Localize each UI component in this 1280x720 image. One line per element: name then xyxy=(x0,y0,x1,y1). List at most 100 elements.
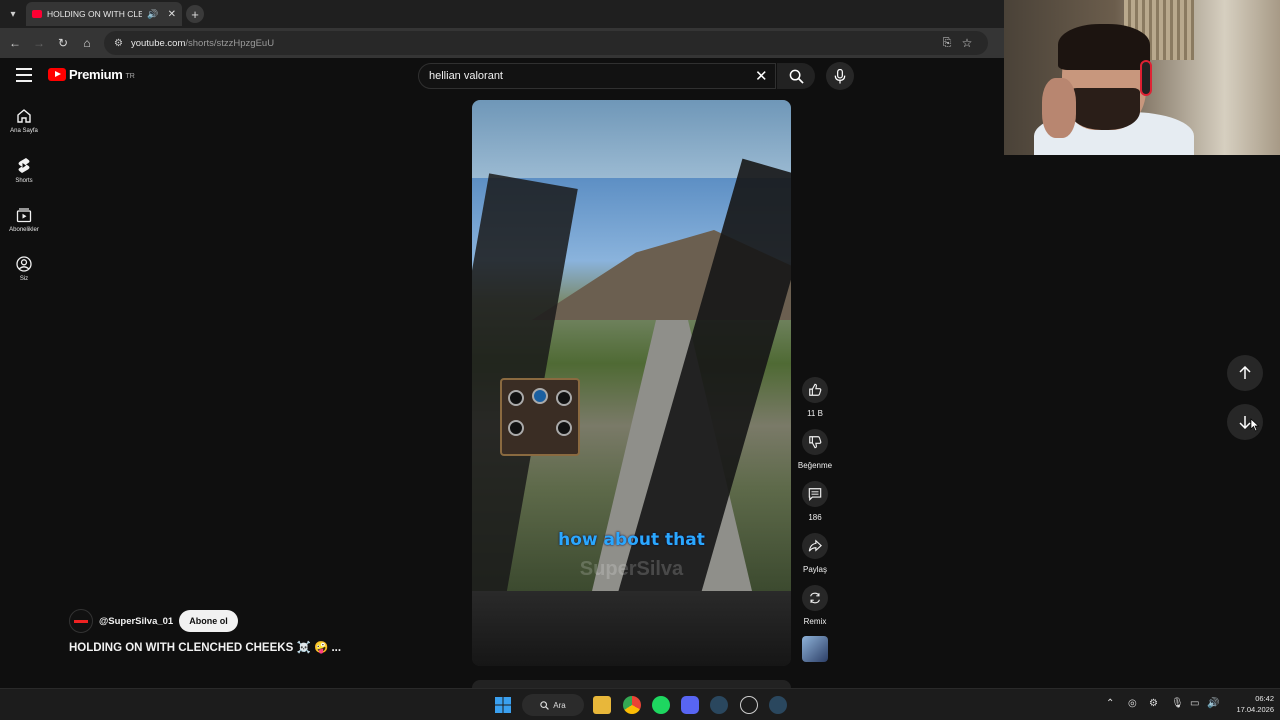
video-title[interactable]: HOLDING ON WITH CLENCHED CHEEKS ☠️ 🤪 ... xyxy=(69,640,341,654)
clear-search-icon[interactable]: ✕ xyxy=(755,67,768,85)
address-bar[interactable]: ⚙ youtube.com/shorts/stzzHpzgEuU xyxy=(104,31,988,55)
sidebar-item-shorts[interactable]: Shorts xyxy=(0,157,48,184)
tray-overflow-chevron-icon[interactable]: ⌃ xyxy=(1106,698,1114,709)
remix-button[interactable] xyxy=(802,585,828,611)
hamburger-menu-icon[interactable] xyxy=(16,68,32,82)
subscribe-button[interactable]: Abone ol xyxy=(179,610,238,632)
video-watermark: SuperSilva xyxy=(579,558,684,580)
steam-secondary-icon[interactable] xyxy=(769,696,787,714)
browser-toolbar: ← → ↻ ⌂ ⚙ youtube.com/shorts/stzzHpzgEuU… xyxy=(0,28,1004,58)
browser-tab[interactable]: HOLDING ON WITH CLENCHED CHEEKS 🔊 ✕ xyxy=(26,2,182,26)
taskbar-clock[interactable]: 06:42 17.04.2026 xyxy=(1222,693,1274,715)
search-button[interactable] xyxy=(777,63,815,89)
taskbar-search[interactable]: Ara xyxy=(522,694,584,716)
sidebar-item-label: Siz xyxy=(19,276,29,282)
spotify-icon[interactable] xyxy=(652,696,670,714)
sidebar-item-you[interactable]: Siz xyxy=(0,256,48,282)
previous-short-button[interactable] xyxy=(1227,355,1263,391)
tab-close-icon[interactable]: ✕ xyxy=(168,9,176,20)
chrome-icon[interactable] xyxy=(623,696,641,714)
clock-time: 06:42 xyxy=(1255,694,1274,703)
channel-name[interactable]: @SuperSilva_01 xyxy=(99,616,173,627)
sidebar-item-home[interactable]: Ana Sayfa xyxy=(0,108,48,134)
comments-action[interactable]: 186 xyxy=(798,481,832,522)
video-caption: how about that xyxy=(558,530,705,550)
thumbs-down-icon xyxy=(809,436,822,449)
search-query-text: hellian valorant xyxy=(429,70,503,82)
new-tab-button[interactable]: + xyxy=(186,5,204,23)
account-icon xyxy=(16,256,32,272)
comment-icon xyxy=(808,488,822,501)
settings-gear-icon[interactable] xyxy=(740,696,758,714)
discord-icon[interactable] xyxy=(681,696,699,714)
sidebar-item-label: Ana Sayfa xyxy=(10,128,38,134)
reload-button[interactable]: ↻ xyxy=(54,34,72,52)
youtube-play-icon xyxy=(48,68,66,81)
webcam-headphone xyxy=(1140,60,1152,96)
forward-button[interactable]: → xyxy=(30,34,48,52)
dislike-button[interactable] xyxy=(802,429,828,455)
browser-tab-strip: ▾ HOLDING ON WITH CLENCHED CHEEKS 🔊 ✕ + xyxy=(0,0,1004,28)
sidebar-item-subscriptions[interactable]: Abonelikler xyxy=(0,207,48,233)
channel-avatar[interactable] xyxy=(69,609,93,633)
tab-search-chevron-icon[interactable]: ▾ xyxy=(5,6,21,22)
home-button[interactable]: ⌂ xyxy=(78,34,96,52)
logo-text: Premium xyxy=(69,67,123,82)
bookmark-star-icon[interactable]: ☆ xyxy=(958,34,976,52)
steam-icon[interactable] xyxy=(710,696,728,714)
site-info-icon[interactable]: ⚙ xyxy=(114,38,123,49)
remix-icon xyxy=(810,592,820,604)
subscriptions-icon xyxy=(16,208,32,223)
like-count: 11 B xyxy=(807,409,823,418)
youtube-header: Premium TR hellian valorant ✕ xyxy=(0,58,1004,98)
tray-volume-icon[interactable]: 🔊 xyxy=(1207,698,1219,709)
search-input[interactable]: hellian valorant xyxy=(418,63,776,89)
clock-date: 17.04.2026 xyxy=(1236,705,1274,714)
tab-title: HOLDING ON WITH CLENCHED CHEEKS xyxy=(46,9,143,19)
taskbar-search-label: Ara xyxy=(553,700,566,710)
install-app-icon[interactable]: ⎘ xyxy=(938,34,956,52)
tray-microphone-icon[interactable]: 🎙 xyxy=(1171,698,1184,709)
shorts-icon xyxy=(18,158,30,173)
dislike-label: Beğenme xyxy=(797,461,833,470)
dislike-action[interactable]: Beğenme xyxy=(798,429,832,470)
cockpit-instrument-panel xyxy=(500,378,580,456)
video-bottom-area xyxy=(472,591,791,666)
tray-network-icon[interactable]: ▭ xyxy=(1190,698,1199,709)
like-button[interactable] xyxy=(802,377,828,403)
home-icon xyxy=(17,109,31,123)
mouse-cursor-icon xyxy=(1250,418,1260,437)
voice-search-button[interactable] xyxy=(826,62,854,90)
tab-audio-icon[interactable]: 🔊 xyxy=(147,9,158,20)
windows-taskbar: Ara ⌃ ◎ ⚙ 🎙 ▭ 🔊 06:42 17.04.2026 xyxy=(0,688,1280,720)
share-label: Paylaş xyxy=(802,565,827,574)
share-arrow-icon xyxy=(808,539,822,552)
sidebar-item-label: Shorts xyxy=(15,178,33,184)
shorts-video-player[interactable]: how about that SuperSilva xyxy=(472,100,791,666)
remix-label: Remix xyxy=(803,617,827,626)
youtube-premium-logo[interactable]: Premium TR xyxy=(48,67,135,82)
webcam-person-hand xyxy=(1042,78,1076,138)
back-button[interactable]: ← xyxy=(6,34,24,52)
webcam-person-beard xyxy=(1070,88,1140,130)
like-action[interactable]: 11 B xyxy=(798,377,832,418)
arrow-up-icon xyxy=(1239,366,1251,379)
file-explorer-icon[interactable] xyxy=(593,696,611,714)
tray-steam-icon[interactable]: ⚙ xyxy=(1149,698,1158,709)
search-icon xyxy=(789,69,804,84)
comments-button[interactable] xyxy=(802,481,828,507)
sound-thumbnail[interactable] xyxy=(802,636,828,662)
url-text: youtube.com/shorts/stzzHpzgEuU xyxy=(130,37,275,49)
webcam-person-hair xyxy=(1058,24,1150,70)
share-action[interactable]: Paylaş xyxy=(798,533,832,574)
thumbs-up-icon xyxy=(809,383,822,396)
youtube-favicon-icon xyxy=(32,10,42,18)
search-icon xyxy=(540,700,550,710)
windows-start-icon[interactable] xyxy=(494,696,512,714)
remix-action[interactable]: Remix xyxy=(798,585,832,626)
microphone-icon xyxy=(834,68,846,84)
tray-app-icon[interactable]: ◎ xyxy=(1128,698,1137,709)
share-button[interactable] xyxy=(802,533,828,559)
sidebar-item-label: Abonelikler xyxy=(9,227,39,233)
logo-country-code: TR xyxy=(125,73,135,80)
